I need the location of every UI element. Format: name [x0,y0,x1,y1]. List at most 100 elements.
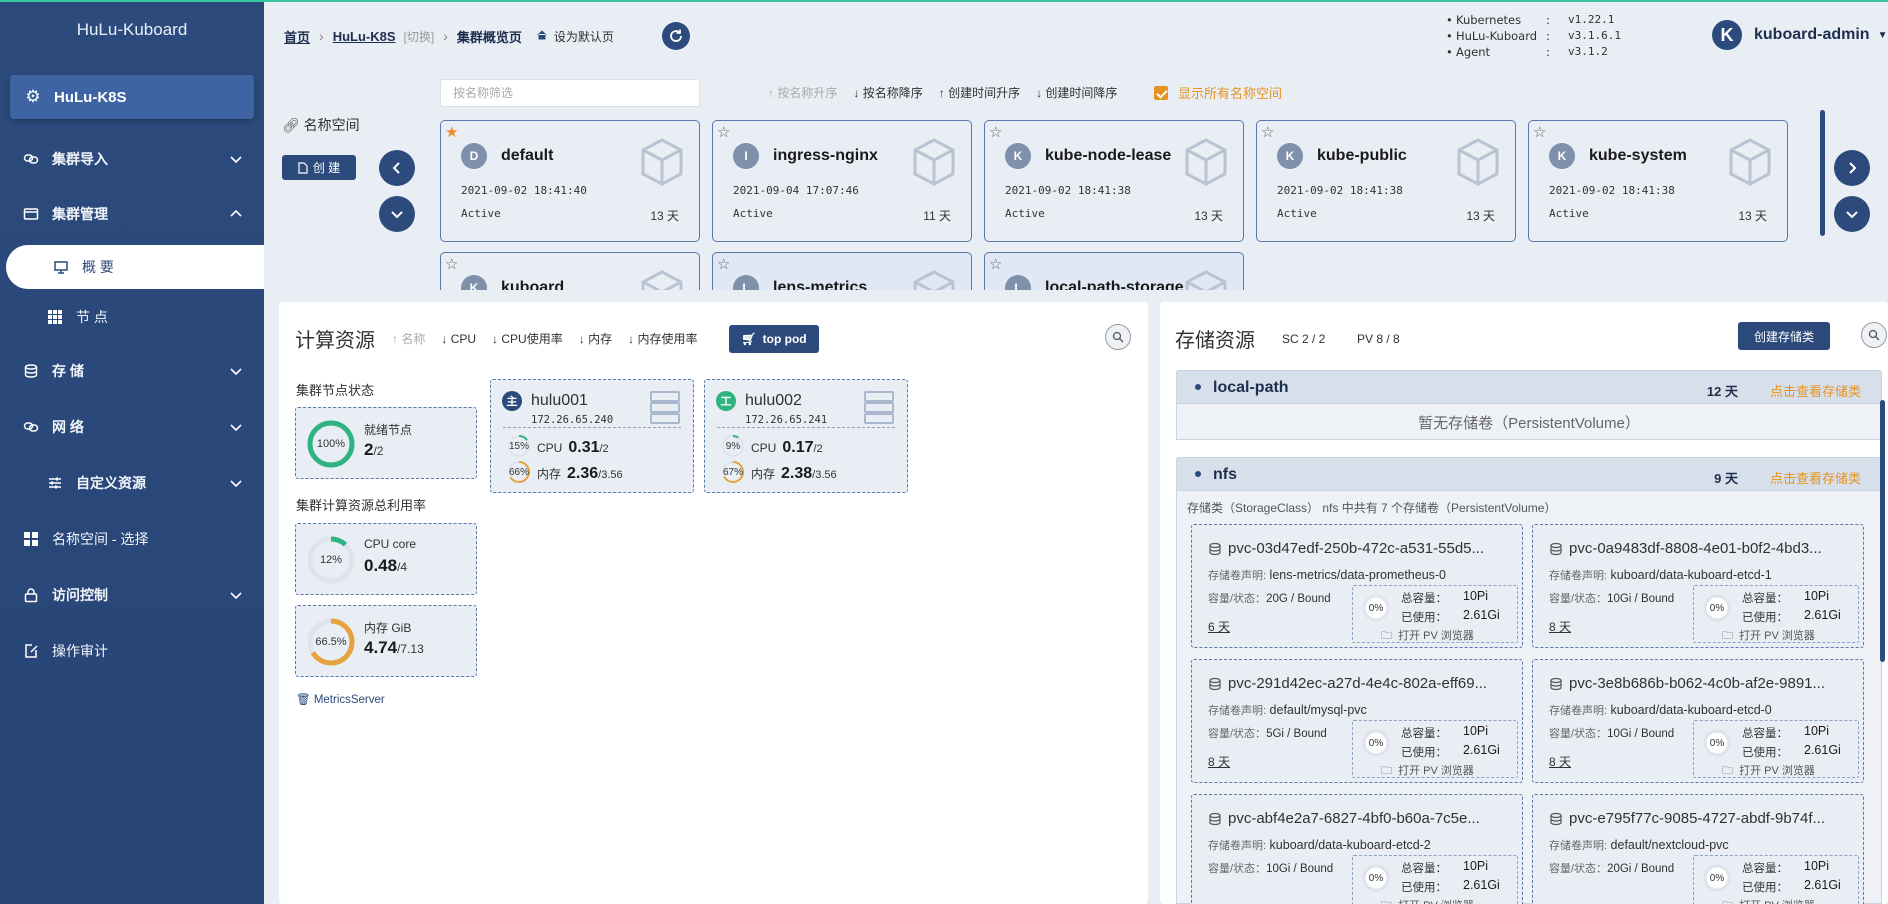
open-pv-browser-link[interactable]: 🗀︎ 打开 PV 浏览器 [1381,762,1474,781]
sort-name[interactable]: ↑ 名称 [392,330,425,347]
open-pv-browser-link[interactable]: 🗀︎ 打开 PV 浏览器 [1381,627,1474,646]
pvc-name[interactable]: pvc-0a9483df-8808-4e01-b0f2-4bd3... [1549,540,1849,557]
namespace-created: 2021-09-04 17:07:46 [733,184,859,197]
sort-name-desc[interactable]: ↓ 按名称降序 [853,84,922,101]
sidebar-item-overview[interactable]: 概 要 [6,245,264,289]
zoom-in-button[interactable] [1105,324,1131,350]
pvc-usage-ring: 0% [1702,863,1732,893]
presentation-icon [52,258,70,276]
sidebar-item-namespace-select[interactable]: 名称空间 - 选择 [0,517,264,561]
namespace-card[interactable]: ☆ L local-path-storage [984,252,1244,290]
namespace-name: ingress-nginx [773,147,878,164]
set-default-link[interactable]: 设为默认页 [554,28,614,45]
chevron-down-icon [230,424,242,432]
namespace-card[interactable]: ★ D default 2021-09-02 18:41:40 Active 1… [440,120,700,242]
namespace-avatar: K [1277,143,1303,169]
pvc-card[interactable]: pvc-e795f77c-9085-4727-abdf-9b74f... 存储卷声… [1532,794,1864,904]
namespace-card[interactable]: ☆ L lens-metrics [712,252,972,290]
sidebar-item-network[interactable]: 网 络 [0,405,264,449]
sort-time-desc[interactable]: ↓ 创建时间降序 [1036,84,1117,101]
sidebar-item-custom-resources[interactable]: 自定义资源 [0,461,264,505]
sidebar-item-cluster-import[interactable]: 集群导入 [0,137,264,181]
refresh-button[interactable] [662,22,690,50]
pvc-claim: 存储卷声明: kuboard/data-kuboard-etcd-2 [1208,838,1431,852]
pvc-usage-box: 0%总容量：10Pi已使用：2.61Gi🗀︎ 打开 PV 浏览器 [1693,855,1859,904]
version-info: • Kubernetes: v1.22.1 • HuLu-Kuboard: v3.1.6… [1446,13,1621,59]
node-card[interactable]: 主 hulu001 172.26.65.240 15% CPU 0.31/2 66… [490,379,694,493]
pvc-card[interactable]: pvc-0a9483df-8808-4e01-b0f2-4bd3... 存储卷声明… [1532,524,1864,648]
sidebar-item-storage[interactable]: 存 储 [0,349,264,393]
pvc-usage-box: 0%总容量：10Pi已使用：2.61Gi🗀︎ 打开 PV 浏览器 [1352,855,1518,904]
cluster-selector-button[interactable]: ⚙ HuLu-K8S [10,75,254,119]
sort-mem-usage[interactable]: ↓ 内存使用率 [628,330,697,347]
pvc-card[interactable]: pvc-3e8b686b-b062-4c0b-af2e-9891... 存储卷声明… [1532,659,1864,783]
node-card[interactable]: 工 hulu002 172.26.65.241 9% CPU 0.17/2 67%… [704,379,908,493]
namespace-avatar: L [733,275,759,290]
open-pv-browser-link[interactable]: 🗀︎ 打开 PV 浏览器 [1722,762,1815,781]
pvc-card[interactable]: pvc-291d42ec-a27d-4e4c-802a-eff69... 存储卷声… [1191,659,1523,783]
view-storage-class-link[interactable]: 点击查看存储类 [1770,381,1861,400]
zoom-in-button[interactable] [1861,322,1887,348]
sidebar-item-nodes[interactable]: 节 点 [0,295,264,339]
create-namespace-button[interactable]: 创 建 [282,155,356,180]
sort-time-asc[interactable]: ↑ 创建时间升序 [939,84,1020,101]
namespace-card[interactable]: ☆ K kuboard [440,252,700,290]
sort-name-asc[interactable]: ↑ 按名称升序 [768,84,837,101]
sidebar-item-cluster-manage[interactable]: 集群管理 [0,192,264,236]
pvc-capacity: 容量/状态：10Gi / Bound [1549,593,1675,605]
chevron-right-icon [1849,162,1857,174]
namespace-card[interactable]: ☆ I ingress-nginx 2021-09-04 17:07:46 Ac… [712,120,972,242]
pvc-name[interactable]: pvc-abf4e2a7-6827-4bf0-b60a-7c5e... [1208,810,1508,827]
namespace-name: local-path-storage [1045,279,1184,290]
folder-icon [22,205,40,223]
show-all-namespaces-checkbox[interactable]: 显示所有名称空间 [1154,83,1282,102]
node-mem-ring: 66% [507,460,531,484]
cube-icon [1185,138,1227,186]
star-outline-icon[interactable]: ☆ [1261,123,1274,141]
view-storage-class-link[interactable]: 点击查看存储类 [1770,468,1861,487]
pvc-card[interactable]: pvc-abf4e2a7-6827-4bf0-b60a-7c5e... 存储卷声明… [1191,794,1523,904]
star-outline-icon[interactable]: ☆ [717,255,730,273]
star-outline-icon[interactable]: ☆ [717,123,730,141]
top-pod-button[interactable]: 🛒︎ top pod [729,325,819,353]
open-pv-browser-link[interactable]: 🗀︎ 打开 PV 浏览器 [1722,897,1815,904]
collapse-namespace-button[interactable] [379,196,415,232]
star-outline-icon[interactable]: ☆ [445,255,458,273]
sort-cpu[interactable]: ↓ CPU [441,332,476,346]
open-pv-browser-link[interactable]: 🗀︎ 打开 PV 浏览器 [1722,627,1815,646]
pvc-name[interactable]: pvc-291d42ec-a27d-4e4c-802a-eff69... [1208,675,1508,692]
open-pv-browser-link[interactable]: 🗀︎ 打开 PV 浏览器 [1381,897,1474,904]
namespace-card[interactable]: ☆ K kube-public 2021-09-02 18:41:38 Acti… [1256,120,1516,242]
namespace-card[interactable]: ☆ K kube-node-lease 2021-09-02 18:41:38 … [984,120,1244,242]
pvc-card[interactable]: pvc-03d47edf-250b-472c-a531-55d5... 存储卷声明… [1191,524,1523,648]
user-menu[interactable]: K kuboard-admin ▼ [1712,20,1887,50]
breadcrumb-home[interactable]: 首页 [284,27,310,46]
namespace-avatar: K [1549,143,1575,169]
breadcrumb-cluster[interactable]: HuLu-K8S [333,29,396,44]
storage-scrollbar[interactable] [1880,400,1885,662]
create-storage-class-button[interactable]: 创建存储类 [1738,322,1830,350]
pv-count: PV 8 / 8 [1357,332,1400,346]
namespace-card[interactable]: ☆ K kube-system 2021-09-02 18:41:38 Acti… [1528,120,1788,242]
sidebar-item-access-control[interactable]: 访问控制 [0,573,264,617]
database-icon [1209,812,1221,825]
sort-cpu-usage[interactable]: ↓ CPU使用率 [492,330,563,347]
sidebar-item-audit[interactable]: 操作审计 [0,629,264,673]
mem-usage-box: 66.5% 内存 GiB 4.74/7.13 [295,605,477,677]
star-outline-icon[interactable]: ☆ [989,123,1002,141]
star-outline-icon[interactable]: ☆ [989,255,1002,273]
pvc-name[interactable]: pvc-03d47edf-250b-472c-a531-55d5... [1208,540,1508,557]
pvc-name[interactable]: pvc-e795f77c-9085-4727-abdf-9b74f... [1549,810,1849,827]
star-filled-icon[interactable]: ★ [445,123,458,141]
sort-mem[interactable]: ↓ 内存 [579,330,612,347]
namespace-filter-input[interactable]: 按名称筛选 [440,79,700,107]
pvc-name[interactable]: pvc-3e8b686b-b062-4c0b-af2e-9891... [1549,675,1849,692]
next-namespace-button[interactable] [1834,150,1870,186]
expand-namespace-button[interactable] [1834,196,1870,232]
star-outline-icon[interactable]: ☆ [1533,123,1546,141]
metrics-server-link[interactable]: 🗑︎ MetricsServer [296,692,385,706]
prev-namespace-button[interactable] [379,150,415,186]
pvc-capacity: 容量/状态：5Gi / Bound [1208,728,1327,740]
breadcrumb-switch[interactable]: [切换] [404,28,435,45]
namespace-scrollbar[interactable] [1820,110,1825,236]
